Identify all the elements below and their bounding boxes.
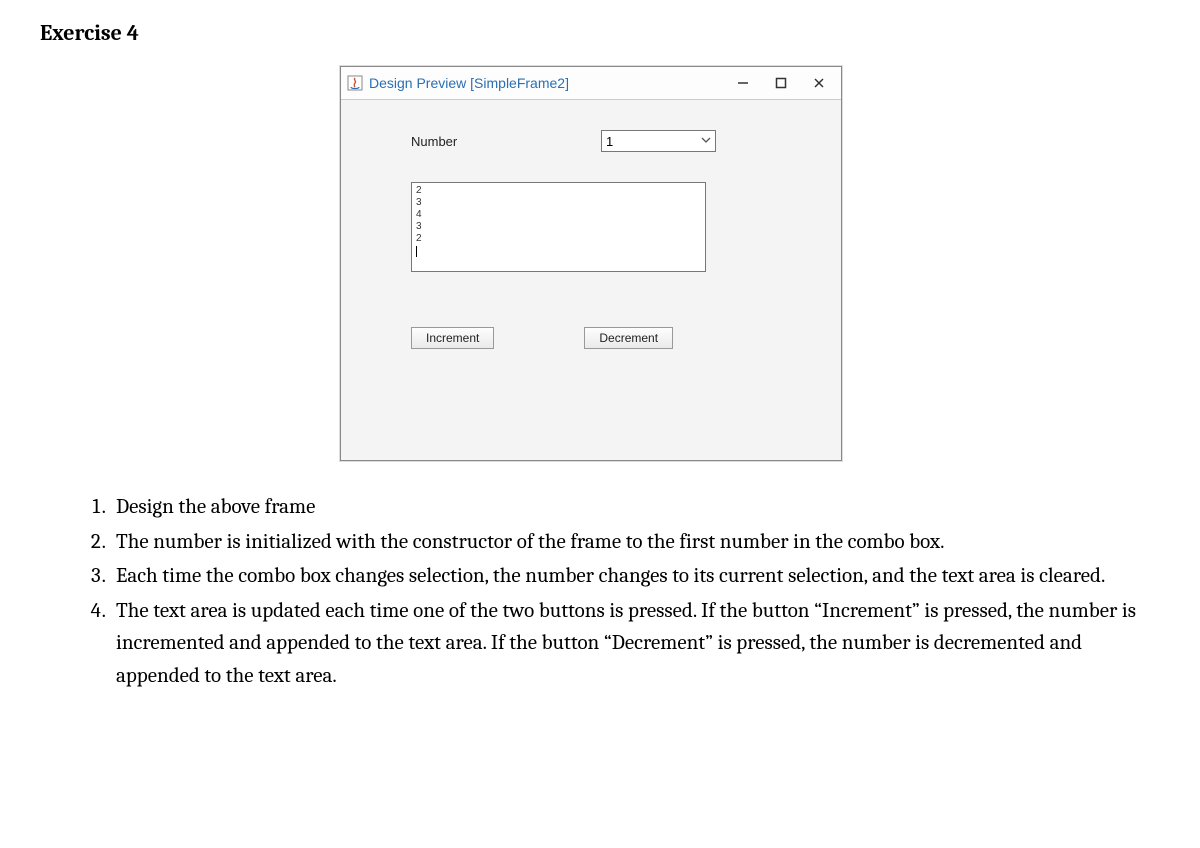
window-controls <box>735 75 835 91</box>
java-app-icon <box>347 75 363 91</box>
titlebar: Design Preview [SimpleFrame2] <box>341 67 841 100</box>
maximize-icon[interactable] <box>773 75 789 91</box>
increment-button[interactable]: Increment <box>411 327 494 349</box>
instruction-item: Each time the combo box changes selectio… <box>110 560 1160 593</box>
instruction-list: Design the above frame The number is ini… <box>40 491 1160 692</box>
app-window: Design Preview [SimpleFrame2] Number 1 <box>340 66 842 461</box>
instruction-item: The number is initialized with the const… <box>110 526 1160 559</box>
text-caret <box>416 246 417 257</box>
instruction-item: The text area is updated each time one o… <box>110 595 1160 693</box>
window-title: Design Preview [SimpleFrame2] <box>369 75 569 91</box>
number-combo[interactable]: 1 <box>601 130 716 152</box>
decrement-button[interactable]: Decrement <box>584 327 673 349</box>
window-client-area: Number 1 2 3 4 3 2 Increment Decrement <box>341 100 841 460</box>
textarea-content: 2 3 4 3 2 <box>416 185 422 244</box>
minimize-icon[interactable] <box>735 75 751 91</box>
number-label: Number <box>381 134 561 149</box>
combo-selected-value: 1 <box>606 134 613 149</box>
instruction-item: Design the above frame <box>110 491 1160 524</box>
exercise-heading: Exercise 4 <box>40 20 1160 46</box>
output-textarea[interactable]: 2 3 4 3 2 <box>411 182 706 272</box>
chevron-down-icon <box>701 135 711 148</box>
screenshot-frame: Design Preview [SimpleFrame2] Number 1 <box>340 66 1160 461</box>
close-icon[interactable] <box>811 75 827 91</box>
